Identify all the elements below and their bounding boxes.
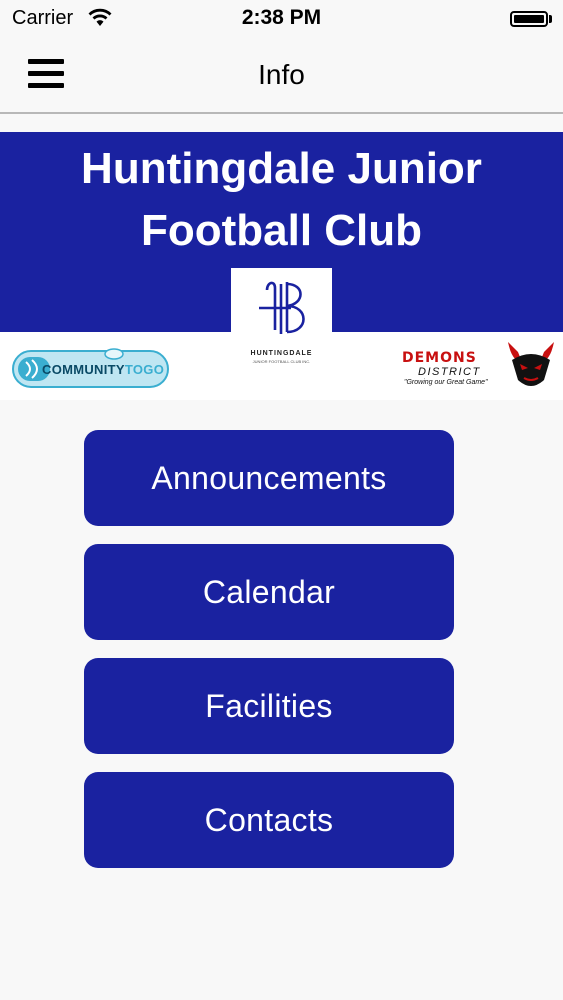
community-to-go-text: COMMUNITYTOGO bbox=[42, 362, 165, 377]
status-time: 2:38 PM bbox=[241, 6, 322, 29]
demons-district-text: DISTRICT bbox=[418, 366, 481, 378]
navigation-bar: Info bbox=[0, 40, 563, 114]
contacts-button[interactable]: Contacts bbox=[84, 772, 454, 868]
club-title-line-1: Huntingdale Junior bbox=[81, 144, 482, 193]
status-bar: Carrier 2:38 PM bbox=[0, 0, 563, 40]
announcements-button[interactable]: Announcements bbox=[84, 430, 454, 526]
demons-tagline: "Growing our Great Game" bbox=[404, 379, 488, 386]
club-title-line-2: Football Club bbox=[140, 206, 423, 255]
battery-tip bbox=[549, 15, 552, 23]
club-monogram-icon bbox=[259, 281, 305, 334]
club-logo: HUNTINGDALE JUNIOR FOOTBALL CLUB INC. bbox=[231, 268, 332, 376]
page-title: Info bbox=[258, 59, 305, 90]
demons-name: DEMONS bbox=[402, 350, 477, 366]
battery-icon bbox=[510, 11, 548, 27]
demon-head-icon bbox=[508, 342, 554, 386]
club-logo-caption: HUNTINGDALE bbox=[250, 350, 313, 357]
club-logo-subcaption: JUNIOR FOOTBALL CLUB INC. bbox=[252, 359, 311, 364]
club-title: Huntingdale Junior Football Club bbox=[0, 138, 563, 262]
facilities-button[interactable]: Facilities bbox=[84, 658, 454, 754]
calendar-button[interactable]: Calendar bbox=[84, 544, 454, 640]
